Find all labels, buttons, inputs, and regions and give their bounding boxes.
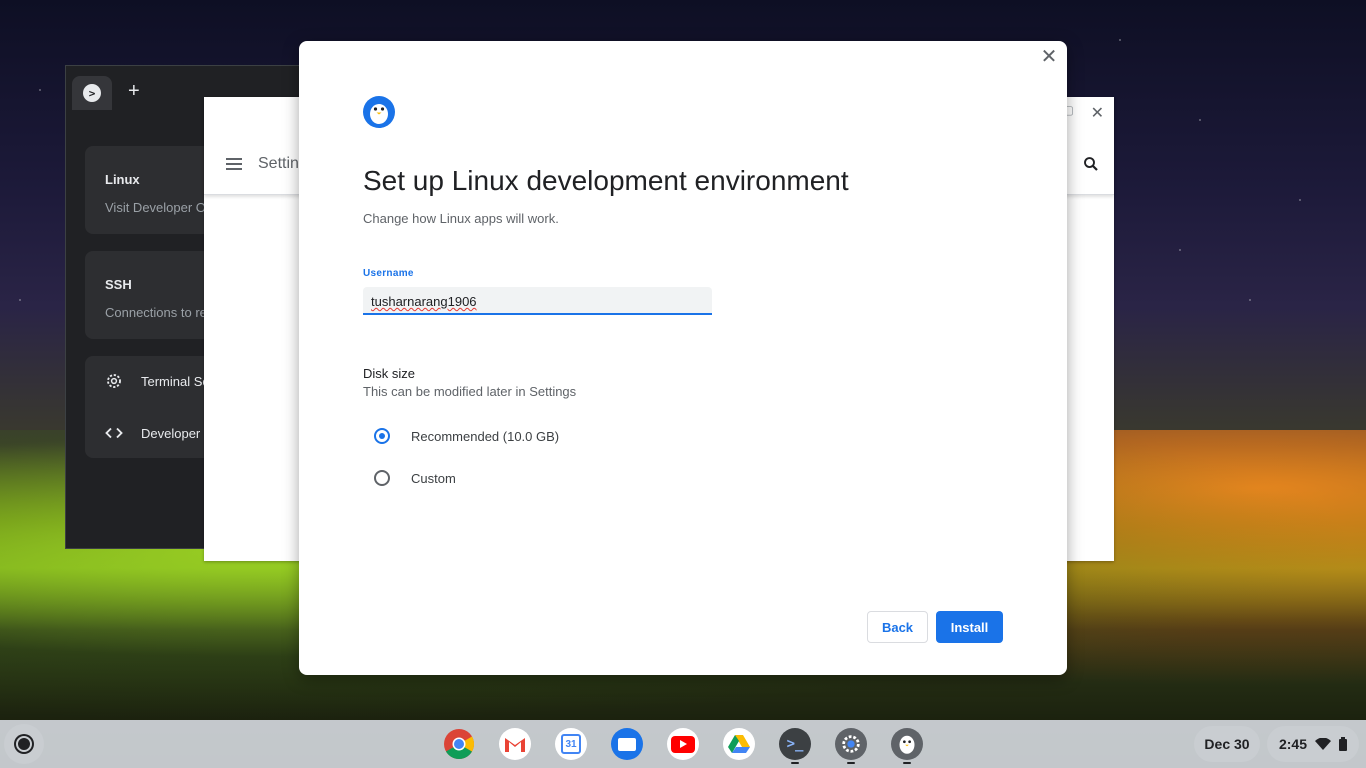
folder-icon: [618, 737, 636, 751]
recommended-radio[interactable]: [374, 428, 390, 444]
penguin-logo: [899, 735, 915, 754]
status-tray[interactable]: 2:45: [1267, 726, 1359, 762]
time-label: 2:45: [1278, 736, 1308, 752]
disk-size-title: Disk size: [363, 366, 416, 381]
custom-option[interactable]: Custom: [374, 470, 456, 486]
launcher-icon: [16, 736, 32, 752]
gmail-logo: [505, 738, 525, 752]
custom-label: Custom: [411, 470, 456, 486]
linux-penguin-icon[interactable]: [891, 728, 923, 760]
youtube-icon[interactable]: [667, 728, 699, 760]
username-value[interactable]: tusharnarang1906: [371, 294, 477, 309]
close-icon[interactable]: ✕: [1039, 47, 1059, 67]
search-icon[interactable]: [1082, 155, 1100, 173]
code-icon: [105, 427, 123, 439]
settings-icon[interactable]: [835, 728, 867, 760]
terminal-app-icon[interactable]: >_: [779, 728, 811, 760]
menu-icon[interactable]: [226, 158, 242, 170]
calendar-icon[interactable]: 31: [555, 728, 587, 760]
linux-penguin-icon: [363, 96, 395, 128]
launcher-button[interactable]: [4, 724, 44, 764]
install-button[interactable]: Install: [936, 611, 1003, 643]
date-label: Dec 30: [1204, 736, 1250, 752]
back-button[interactable]: Back: [867, 611, 928, 643]
date-tray[interactable]: Dec 30: [1194, 726, 1260, 762]
chrome-icon[interactable]: [443, 728, 475, 760]
linux-card-title: Linux: [105, 172, 140, 187]
settings-close-icon[interactable]: ✕: [1091, 103, 1104, 123]
terminal-running-indicator: [791, 762, 799, 764]
drive-logo: [728, 735, 750, 753]
terminal-icon: >: [83, 84, 101, 102]
linux-setup-dialog: ✕ Set up Linux development environment C…: [299, 41, 1067, 675]
username-label: Username: [363, 268, 414, 279]
chrome-logo: [444, 729, 475, 760]
penguin-running-indicator: [903, 762, 911, 764]
custom-radio[interactable]: [374, 470, 390, 486]
drive-icon[interactable]: [723, 728, 755, 760]
disk-size-subtitle: This can be modified later in Settings: [363, 384, 577, 399]
gear-icon: [107, 374, 121, 388]
ssh-card-title: SSH: [105, 277, 132, 292]
play-icon: [671, 735, 695, 753]
dialog-title: Set up Linux development environment: [363, 165, 849, 196]
recommended-label: Recommended (10.0 GB): [411, 428, 560, 444]
dialog-subtitle: Change how Linux apps will work.: [363, 211, 559, 226]
calendar-day: 31: [561, 734, 581, 754]
settings-running-indicator: [847, 762, 855, 764]
recommended-option[interactable]: Recommended (10.0 GB): [374, 428, 559, 444]
gmail-icon[interactable]: [499, 728, 531, 760]
battery-icon: [1339, 737, 1348, 751]
terminal-home-tab[interactable]: >: [72, 76, 112, 110]
files-icon[interactable]: [611, 728, 643, 760]
wifi-icon: [1315, 738, 1332, 750]
settings-gear-logo: [842, 735, 860, 753]
new-tab-button[interactable]: +: [122, 80, 146, 103]
